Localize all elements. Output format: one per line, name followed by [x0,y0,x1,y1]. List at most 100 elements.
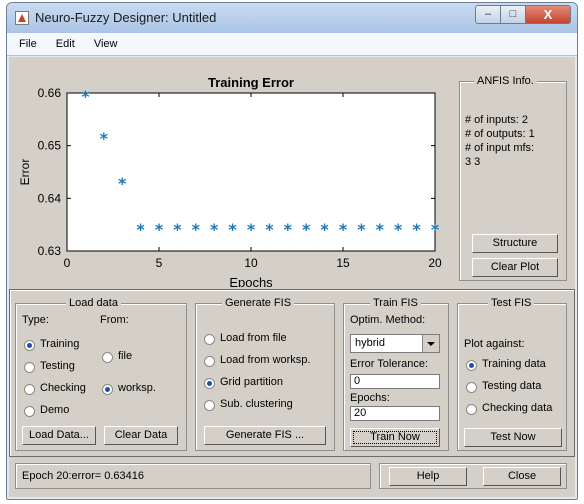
radio-checking-label: Checking [40,382,86,394]
radio-workspace[interactable] [102,384,113,395]
y-tick-label: 0.63 [38,244,62,258]
train-fis-title: Train FIS [370,297,421,309]
minimize-button[interactable]: – [475,5,501,24]
data-point-marker: * [320,220,329,239]
radio-checking-data-label: Checking data [482,402,553,414]
y-axis-label: Error [18,159,32,186]
help-button[interactable]: Help [389,467,467,486]
x-tick-label: 0 [64,256,71,270]
train-fis-panel: Train FIS Optim. Method: hybrid Error To… [343,297,449,451]
from-label: From: [100,314,129,326]
data-point-marker: * [228,220,237,239]
x-axis-label: Epochs [229,275,273,287]
x-tick-label: 15 [336,256,350,270]
clear-plot-button[interactable]: Clear Plot [472,258,558,277]
radio-demo[interactable] [24,406,35,417]
radio-checking-data[interactable] [466,404,477,415]
designer-content: Training Error Epochs Error 0 5 10 15 20 0.63 0.6… [9,57,575,497]
menu-file[interactable]: File [15,33,41,55]
train-now-button[interactable]: Train Now [350,428,440,447]
chart-title: Training Error [208,75,294,90]
x-tick-label: 10 [244,256,258,270]
anfis-outputs-count: # of outputs: 1 [465,128,535,140]
radio-testing-label: Testing [40,360,75,372]
data-point-marker: * [247,220,256,239]
radio-sub-clustering[interactable] [204,400,215,411]
radio-testing[interactable] [24,362,35,373]
load-data-panel: Load data Type: From: Training Testing C… [15,297,187,451]
data-point-marker: * [284,220,293,239]
y-tick-label: 0.64 [38,191,62,205]
load-data-button[interactable]: Load Data... [22,426,96,445]
data-point-marker: * [118,174,127,193]
anfis-info-panel: ANFIS Info. # of inputs: 2 # of outputs:… [459,75,567,281]
menu-bar: File Edit View [7,33,577,56]
data-point-marker: * [302,220,311,239]
window-title: Neuro-Fuzzy Designer: Untitled [35,10,217,25]
data-point-marker: * [265,220,274,239]
radio-grid-partition-label: Grid partition [220,376,283,388]
optim-method-value: hybrid [355,337,385,349]
data-point-marker: * [155,220,164,239]
data-point-marker: * [412,220,421,239]
radio-training-data-label: Training data [482,358,546,370]
type-label: Type: [22,314,49,326]
plot-against-label: Plot against: [464,338,525,350]
radio-workspace-label: worksp. [118,382,156,394]
generate-fis-button[interactable]: Generate FIS ... [204,426,326,445]
data-point-marker: * [431,220,440,239]
data-point-marker: * [100,129,109,148]
radio-training-label: Training [40,338,80,350]
epochs-input[interactable]: 20 [350,406,440,421]
radio-demo-label: Demo [40,404,70,416]
load-data-title: Load data [66,297,121,309]
data-point-marker: * [136,220,145,239]
title-bar[interactable]: Neuro-Fuzzy Designer: Untitled – □ X [7,3,577,33]
radio-grid-partition[interactable] [204,378,215,389]
generate-fis-panel: Generate FIS Load from file Load from wo… [195,297,335,451]
optim-method-select[interactable]: hybrid [350,334,440,353]
anfis-info-title: ANFIS Info. [474,75,537,87]
radio-load-from-workspace[interactable] [204,356,215,367]
radio-file[interactable] [102,352,113,363]
test-fis-panel: Test FIS Plot against: Training data Tes… [457,297,567,451]
y-tick-label: 0.66 [38,86,62,100]
optim-method-label: Optim. Method: [350,314,426,326]
radio-testing-data-label: Testing data [482,380,542,392]
data-point-marker: * [394,220,403,239]
data-point-marker: * [81,87,90,106]
data-point-marker: * [339,220,348,239]
anfis-mfs-value: 3 3 [465,156,481,168]
maximize-button[interactable]: □ [500,5,526,24]
close-button[interactable]: Close [483,467,561,486]
anfis-mfs-label: # of input mfs: [465,142,535,154]
menu-view[interactable]: View [90,33,122,55]
radio-training[interactable] [24,340,35,351]
app-window: Neuro-Fuzzy Designer: Untitled – □ X Fil… [6,2,578,500]
radio-checking[interactable] [24,384,35,395]
error-tolerance-input[interactable]: 0 [350,374,440,389]
close-window-button[interactable]: X [525,5,571,24]
data-point-marker: * [192,220,201,239]
clear-data-button[interactable]: Clear Data [104,426,178,445]
radio-load-from-file-label: Load from file [220,332,287,344]
test-fis-title: Test FIS [488,297,535,309]
epochs-label: Epochs: [350,392,390,404]
error-tolerance-label: Error Tolerance: [350,358,429,370]
radio-testing-data[interactable] [466,382,477,393]
matlab-app-icon [15,11,29,25]
radio-training-data[interactable] [466,360,477,371]
chevron-down-icon[interactable] [422,335,439,352]
status-text: Epoch 20:error= 0.63416 [22,470,145,482]
radio-file-label: file [118,350,133,362]
test-now-button[interactable]: Test Now [464,428,562,447]
generate-fis-title: Generate FIS [222,297,295,309]
radio-load-from-file[interactable] [204,334,215,345]
structure-button[interactable]: Structure [472,234,558,253]
status-box: Epoch 20:error= 0.63416 [15,463,371,489]
radio-sub-clustering-label: Sub. clustering [220,398,293,410]
data-point-marker: * [357,220,366,239]
menu-edit[interactable]: Edit [52,33,79,55]
radio-load-from-workspace-label: Load from worksp. [220,354,311,366]
y-tick-label: 0.65 [38,139,62,153]
